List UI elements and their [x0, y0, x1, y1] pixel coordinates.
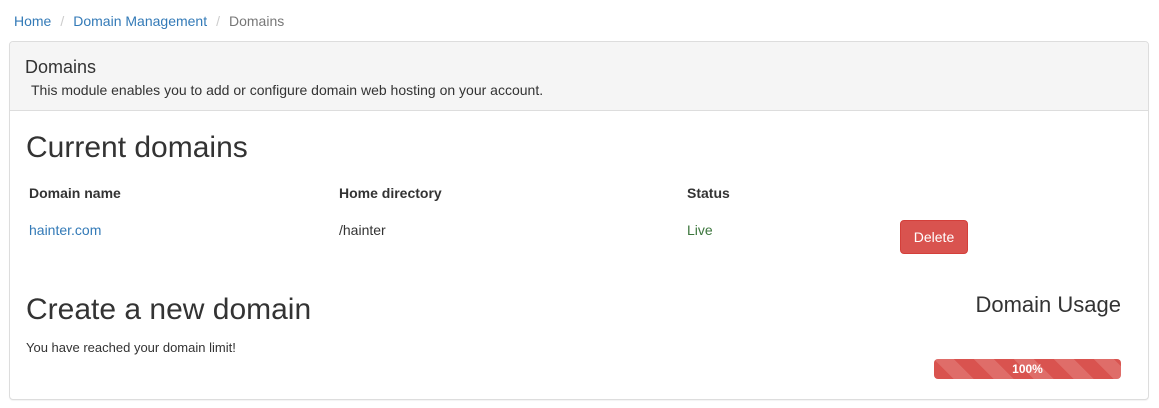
domains-panel: Domains This module enables you to add o… [9, 41, 1149, 400]
column-header-domain-name: Domain name [29, 185, 121, 201]
domain-link[interactable]: hainter.com [29, 222, 101, 238]
column-header-home-directory: Home directory [339, 185, 442, 201]
breadcrumb-separator: / [60, 13, 65, 29]
breadcrumb-home-link[interactable]: Home [14, 13, 51, 29]
current-domains-heading: Current domains [26, 131, 248, 164]
panel-description: This module enables you to add or config… [31, 82, 544, 98]
domain-limit-message: You have reached your domain limit! [26, 340, 236, 355]
status-badge: Live [687, 222, 713, 238]
column-header-status: Status [687, 185, 730, 201]
delete-button[interactable]: Delete [900, 220, 968, 254]
domain-usage-progress: 100% [934, 359, 1121, 379]
panel-title: Domains [25, 57, 97, 77]
create-domain-heading: Create a new domain [26, 293, 312, 326]
breadcrumb: Home / Domain Management / Domains [14, 12, 284, 30]
domain-usage-heading: Domain Usage [975, 292, 1121, 317]
domain-usage-progress-bar: 100% [934, 359, 1121, 379]
breadcrumb-separator: / [216, 13, 220, 29]
breadcrumb-current: Domains [229, 13, 285, 29]
breadcrumb-domain-management-link[interactable]: Domain Management [73, 13, 207, 29]
home-directory-value: /hainter [339, 222, 386, 238]
panel-heading: Domains This module enables you to add o… [10, 42, 1148, 111]
